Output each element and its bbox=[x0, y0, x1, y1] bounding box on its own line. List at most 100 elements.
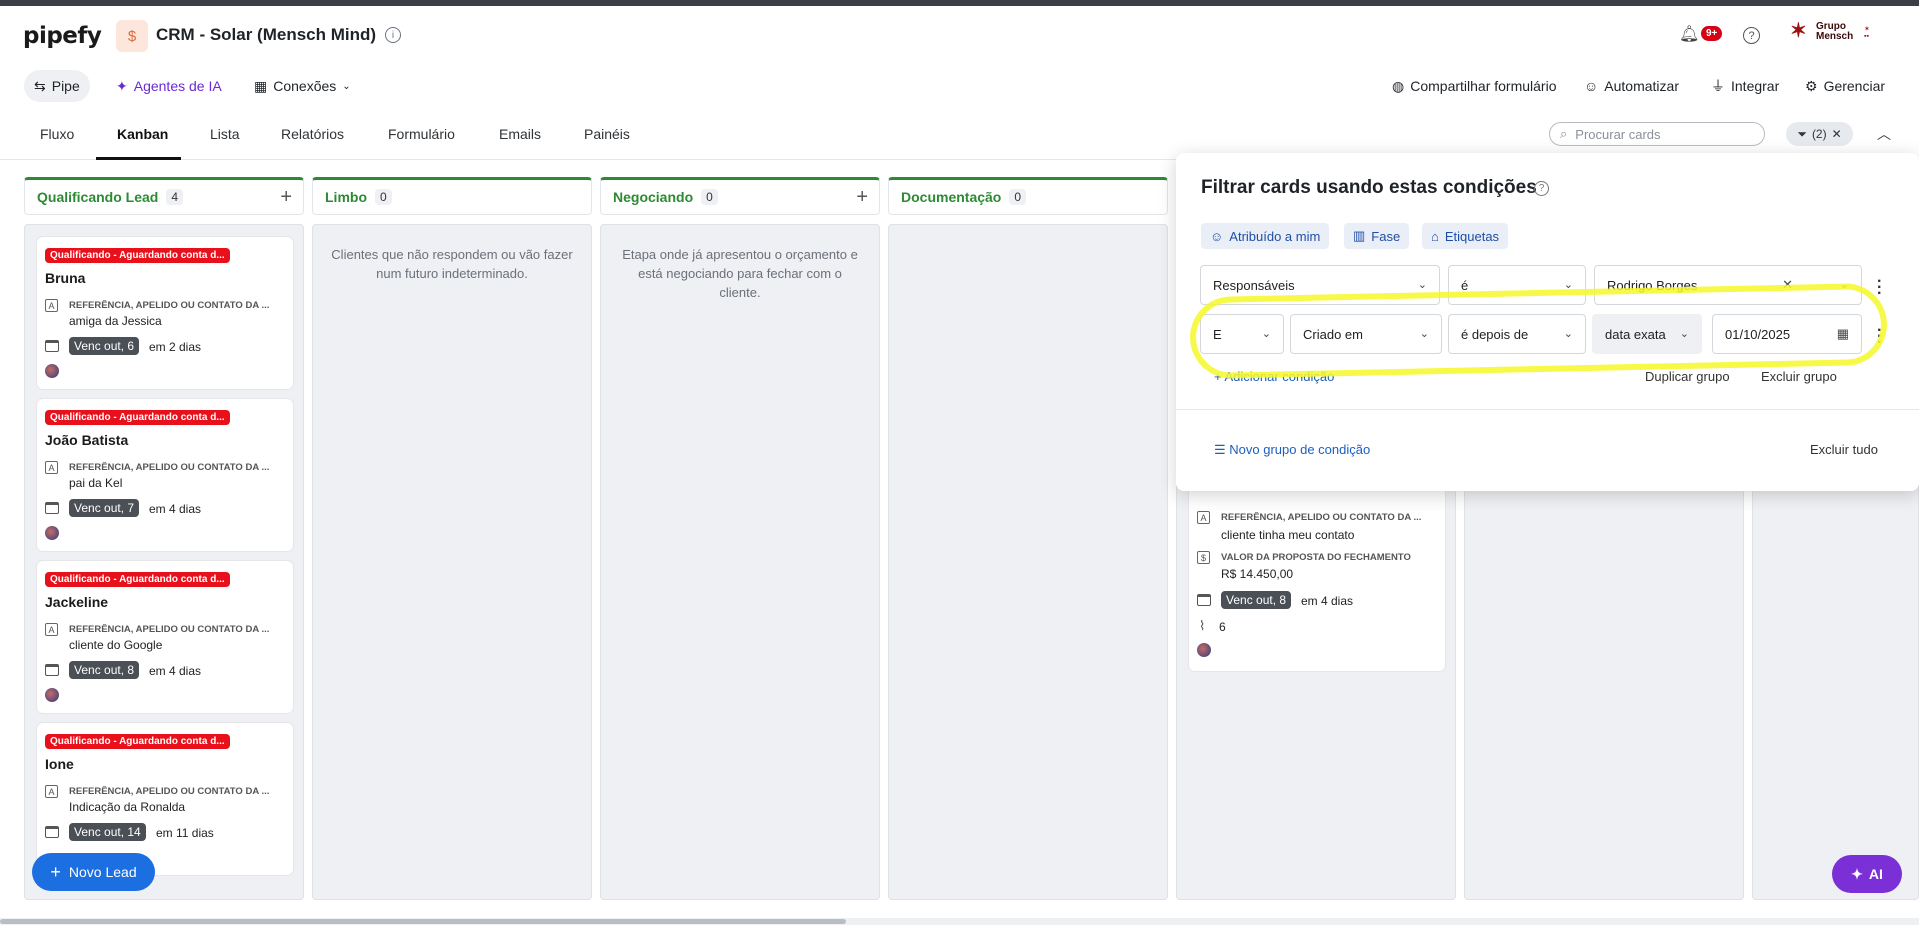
calendar-icon[interactable]: ▦ bbox=[1837, 326, 1849, 342]
chevron-down-icon: ⌄ bbox=[1419, 328, 1429, 340]
phase-header[interactable]: Documentação 0 bbox=[888, 177, 1168, 215]
phase-title: Negociando bbox=[613, 189, 694, 205]
card-title: Jackeline bbox=[45, 594, 109, 610]
search-cards-input[interactable]: ⌕ Procurar cards bbox=[1549, 122, 1765, 146]
company-name-line2: Mensch bbox=[1816, 31, 1854, 42]
chip-tags[interactable]: ⌂ Etiquetas bbox=[1422, 223, 1509, 249]
chip-phase[interactable]: ▥ Fase bbox=[1344, 223, 1410, 249]
share-form-button[interactable]: ◍ Compartilhar formulário bbox=[1382, 70, 1567, 102]
automate-label: Automatizar bbox=[1604, 78, 1679, 94]
phase-count: 4 bbox=[166, 189, 184, 205]
help-icon[interactable]: ? bbox=[1534, 181, 1549, 196]
user-icon: ☺ bbox=[1210, 228, 1224, 244]
tab-lista[interactable]: Lista bbox=[210, 126, 240, 142]
delete-group-button[interactable]: Excluir grupo bbox=[1761, 369, 1837, 384]
tab-paineis[interactable]: Painéis bbox=[584, 126, 630, 142]
avatar bbox=[1197, 643, 1211, 657]
calendar-icon bbox=[45, 502, 59, 514]
new-lead-label: Novo Lead bbox=[68, 864, 137, 880]
phase-title: Qualificando Lead bbox=[37, 189, 159, 205]
horizontal-scrollbar[interactable] bbox=[0, 918, 1919, 925]
clear-value-icon[interactable]: ✕ bbox=[1782, 277, 1793, 293]
add-condition-button[interactable]: + Adicionar condição bbox=[1214, 369, 1334, 384]
field-value: pai da Kel bbox=[69, 476, 123, 490]
date-value: 01/10/2025 bbox=[1725, 326, 1791, 342]
more-options-icon[interactable]: · · · bbox=[1877, 274, 1882, 302]
secondary-logo-icon[interactable]: ✶ ▪▪ bbox=[1864, 26, 1870, 40]
condition-operator-select[interactable]: é depois de ⌄ bbox=[1448, 314, 1586, 354]
tab-relatorios[interactable]: Relatórios bbox=[281, 126, 344, 142]
phase-count: 0 bbox=[1009, 189, 1027, 205]
info-icon[interactable]: i bbox=[385, 27, 401, 43]
tab-fluxo[interactable]: Fluxo bbox=[40, 126, 74, 142]
search-placeholder: Procurar cards bbox=[1575, 126, 1661, 142]
help-icon[interactable]: ? bbox=[1743, 27, 1760, 44]
pipefy-logo[interactable]: pipefy bbox=[23, 23, 102, 49]
date-input[interactable]: 01/10/2025 ▦ bbox=[1712, 314, 1862, 354]
bell-icon[interactable]: 🔔︎ bbox=[1679, 24, 1701, 46]
add-card-icon[interactable]: + bbox=[280, 186, 292, 209]
integrate-button[interactable]: ⏚ Integrar bbox=[1701, 70, 1789, 102]
condition-value-select[interactable]: Rodrigo Borges ✕ ⌄ bbox=[1594, 265, 1862, 305]
company-mark-icon: ✶ bbox=[1790, 20, 1807, 42]
due-date-badge: Venc out, 8 bbox=[1221, 591, 1292, 609]
select-value: é depois de bbox=[1461, 326, 1529, 342]
connections-label: Conexões bbox=[273, 78, 337, 94]
ai-agents-button[interactable]: ✦ Agentes de IA bbox=[106, 70, 232, 102]
ai-label: AI bbox=[1868, 866, 1883, 882]
condition-field-select[interactable]: Responsáveis ⌄ bbox=[1200, 265, 1440, 305]
add-card-icon[interactable]: + bbox=[856, 186, 868, 209]
select-value: Criado em bbox=[1303, 326, 1363, 342]
phase-column: Limbo 0 Clientes que não respondem ou vã… bbox=[312, 177, 592, 900]
calendar-icon bbox=[45, 826, 59, 838]
more-options-icon[interactable]: · · · bbox=[1877, 323, 1882, 351]
date-mode-select[interactable]: data exata ⌄ bbox=[1592, 314, 1702, 354]
phase-header[interactable]: Negociando 0 + bbox=[600, 177, 880, 215]
phase-title: Documentação bbox=[901, 189, 1002, 205]
active-filters-button[interactable]: ⏷ (2) ✕ bbox=[1786, 122, 1853, 146]
clear-filters-icon[interactable]: ✕ bbox=[1832, 127, 1842, 141]
lead-card[interactable]: Qualificando - Aguardando conta d... Joã… bbox=[37, 399, 293, 551]
share-form-label: Compartilhar formulário bbox=[1410, 78, 1557, 94]
due-date-badge: Venc out, 8 bbox=[69, 661, 140, 679]
ai-assistant-button[interactable]: ✦ AI bbox=[1832, 855, 1902, 893]
condition-field-select[interactable]: Criado em ⌄ bbox=[1290, 314, 1442, 354]
select-value: E bbox=[1213, 326, 1222, 342]
pipe-button[interactable]: ⇆ Pipe bbox=[24, 70, 90, 102]
duplicate-group-button[interactable]: Duplicar grupo bbox=[1645, 369, 1730, 384]
pipe-arrows-icon: ⇆ bbox=[34, 77, 46, 94]
tab-emails[interactable]: Emails bbox=[499, 126, 541, 142]
connections-dropdown[interactable]: ▦ Conexões ⌄ bbox=[244, 70, 361, 102]
field-value: amiga da Jessica bbox=[69, 314, 162, 328]
automate-button[interactable]: ☺ Automatizar bbox=[1574, 70, 1689, 102]
filter-panel-title: Filtrar cards usando estas condições bbox=[1201, 177, 1537, 198]
phase-header[interactable]: Qualificando Lead 4 + bbox=[24, 177, 304, 215]
tab-kanban[interactable]: Kanban bbox=[117, 126, 168, 142]
field-label: REFERÊNCIA, APELIDO OU CONTATO DA ... bbox=[69, 300, 270, 311]
lead-card[interactable]: Qualificando - Aguardando conta d... Jac… bbox=[37, 561, 293, 713]
tab-formulario[interactable]: Formulário bbox=[388, 126, 455, 142]
new-lead-button[interactable]: + Novo Lead bbox=[32, 853, 155, 891]
scrollbar-thumb[interactable] bbox=[0, 919, 846, 924]
filter-icon: ⏷ bbox=[1797, 126, 1807, 141]
company-logo[interactable]: ✶ Grupo Mensch bbox=[1790, 20, 1853, 44]
robot-icon: ☺ bbox=[1584, 78, 1599, 94]
lead-card[interactable]: Qualificando - Aguardando conta d... Bru… bbox=[37, 237, 293, 389]
chip-assigned-to-me[interactable]: ☺ Atribuído a mim bbox=[1201, 223, 1330, 249]
phase-header[interactable]: Limbo 0 bbox=[312, 177, 592, 215]
condition-operator-select[interactable]: é ⌄ bbox=[1448, 265, 1586, 305]
new-condition-group-button[interactable]: ☰ Novo grupo de condição bbox=[1214, 442, 1370, 458]
chip-label: Fase bbox=[1371, 228, 1401, 244]
chevron-up-icon[interactable]: ︿ bbox=[1877, 124, 1891, 144]
phase-body: Etapa onde já apresentou o orçamento e e… bbox=[600, 224, 880, 900]
ai-agents-label: Agentes de IA bbox=[133, 78, 222, 94]
connector-select[interactable]: E ⌄ bbox=[1200, 314, 1284, 354]
field-label: REFERÊNCIA, APELIDO OU CONTATO DA ... bbox=[69, 786, 270, 797]
pipe-button-label: Pipe bbox=[51, 78, 80, 94]
chevron-down-icon: ⌄ bbox=[1563, 328, 1573, 340]
manage-label: Gerenciar bbox=[1823, 78, 1886, 94]
delete-all-button[interactable]: Excluir tudo bbox=[1810, 442, 1878, 457]
text-field-icon: A bbox=[45, 623, 58, 636]
due-date-badge: Venc out, 14 bbox=[69, 823, 146, 841]
manage-button[interactable]: ⚙ Gerenciar bbox=[1795, 70, 1895, 102]
